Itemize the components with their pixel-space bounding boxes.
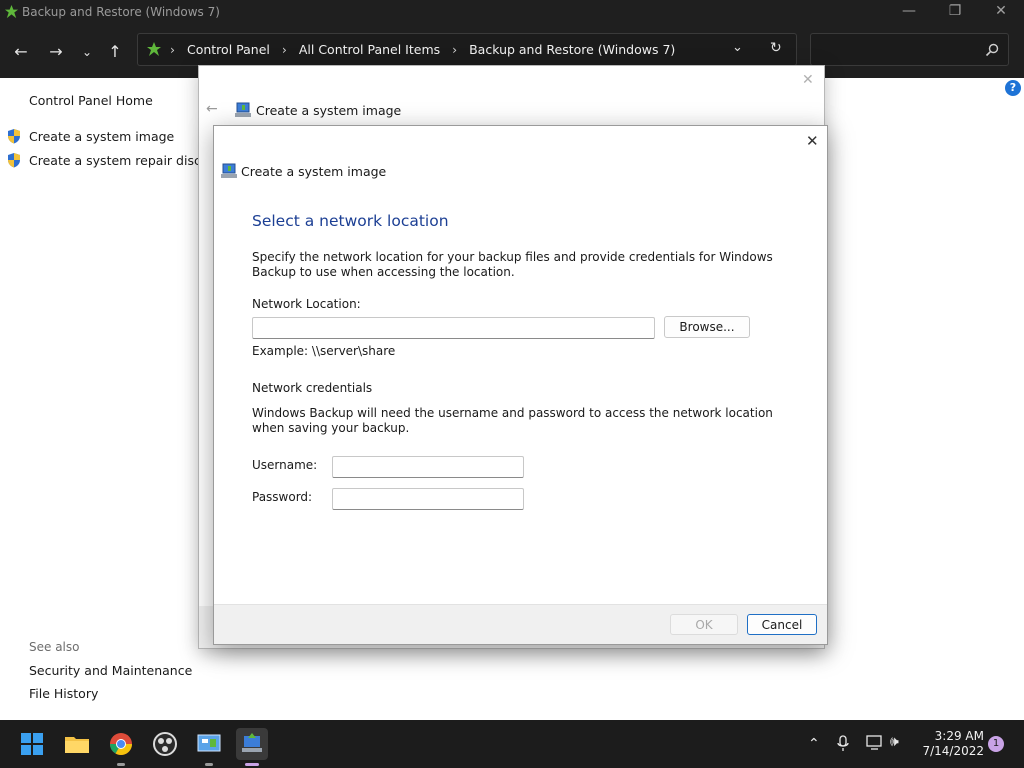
window-title: Backup and Restore (Windows 7) xyxy=(22,5,220,19)
maximize-button[interactable]: ❐ xyxy=(932,0,978,24)
breadcrumb-control-panel[interactable]: Control Panel xyxy=(187,42,270,57)
control-panel-icon xyxy=(147,42,161,56)
cancel-button[interactable]: Cancel xyxy=(747,614,817,635)
forward-arrow-icon[interactable]: → xyxy=(43,39,69,65)
select-network-location-dialog: ✕ Create a system image Select a network… xyxy=(213,125,828,645)
taskbar: ⌃ 🕪 3:29 AM 7/14/2022 xyxy=(0,720,1024,768)
dialog-back-title: Create a system image xyxy=(256,103,402,118)
shield-icon xyxy=(8,129,20,144)
notification-badge[interactable]: 1 xyxy=(988,736,1004,752)
control-panel-taskbar-icon[interactable] xyxy=(193,728,225,766)
search-icon xyxy=(985,43,999,57)
page-title: Select a network location xyxy=(252,212,449,230)
tray-overflow-chevron-icon[interactable]: ⌃ xyxy=(808,736,820,752)
close-icon[interactable]: ✕ xyxy=(802,72,814,88)
browse-button[interactable]: Browse... xyxy=(664,316,750,338)
example-text: Example: \\server\share xyxy=(252,344,396,358)
system-image-icon xyxy=(221,163,237,178)
microphone-icon[interactable] xyxy=(836,735,850,753)
title-bar: Backup and Restore (Windows 7) — ❐ ✕ xyxy=(0,0,1024,24)
volume-icon[interactable]: 🕪 xyxy=(890,734,899,750)
password-input[interactable] xyxy=(332,488,524,510)
clock-date: 7/14/2022 xyxy=(922,744,984,758)
see-also-label: See also xyxy=(29,640,80,654)
address-bar[interactable]: › Control Panel › All Control Panel Item… xyxy=(137,33,797,66)
backup-app-icon xyxy=(4,4,19,19)
close-dialog-icon[interactable]: ✕ xyxy=(806,132,819,150)
credentials-description: Windows Backup will need the username an… xyxy=(252,406,773,435)
shield-icon xyxy=(8,153,20,168)
file-explorer-icon[interactable] xyxy=(61,728,93,760)
system-image-icon xyxy=(235,102,251,117)
recent-locations-chevron-icon[interactable]: ⌄ xyxy=(74,39,100,65)
network-location-input[interactable] xyxy=(252,317,655,339)
breadcrumb-all-items[interactable]: All Control Panel Items xyxy=(299,42,440,57)
ok-button[interactable]: OK xyxy=(670,614,738,635)
dialog-footer: OK Cancel xyxy=(214,604,827,644)
sidebar-link-file-history[interactable]: File History xyxy=(29,686,98,701)
network-location-label: Network Location: xyxy=(252,297,361,311)
help-icon[interactable]: ? xyxy=(1005,80,1021,96)
sidebar-link-create-repair-disc[interactable]: Create a system repair disc xyxy=(29,153,201,168)
chrome-icon[interactable] xyxy=(105,728,137,766)
breadcrumb: › Control Panel › All Control Panel Item… xyxy=(170,42,676,57)
windows-start-icon[interactable] xyxy=(16,728,48,760)
username-input[interactable] xyxy=(332,456,524,478)
clock-time: 3:29 AM xyxy=(934,729,984,743)
obs-icon[interactable] xyxy=(149,728,181,760)
network-icon[interactable] xyxy=(866,735,884,752)
search-input[interactable] xyxy=(810,33,1009,66)
clock[interactable]: 3:29 AM 7/14/2022 xyxy=(912,729,984,759)
address-dropdown-chevron-icon[interactable]: ⌄ xyxy=(732,40,743,55)
description-text: Specify the network location for your ba… xyxy=(252,250,773,279)
refresh-icon[interactable]: ↻ xyxy=(770,40,782,56)
sidebar-link-security-maintenance[interactable]: Security and Maintenance xyxy=(29,663,192,678)
backup-taskbar-icon[interactable] xyxy=(236,728,268,766)
username-label: Username: xyxy=(252,458,318,472)
sidebar-link-create-system-image[interactable]: Create a system image xyxy=(29,129,174,144)
minimize-button[interactable]: — xyxy=(886,0,932,24)
up-arrow-icon[interactable]: ↑ xyxy=(102,39,128,65)
back-arrow-icon[interactable]: ← xyxy=(8,39,34,65)
sidebar-link-control-panel-home[interactable]: Control Panel Home xyxy=(29,93,153,108)
back-arrow-icon[interactable]: ← xyxy=(206,101,218,117)
credentials-heading: Network credentials xyxy=(252,381,373,395)
password-label: Password: xyxy=(252,490,313,504)
close-window-button[interactable]: ✕ xyxy=(978,0,1024,24)
dialog-title: Create a system image xyxy=(241,164,387,179)
breadcrumb-backup-restore[interactable]: Backup and Restore (Windows 7) xyxy=(469,42,675,57)
